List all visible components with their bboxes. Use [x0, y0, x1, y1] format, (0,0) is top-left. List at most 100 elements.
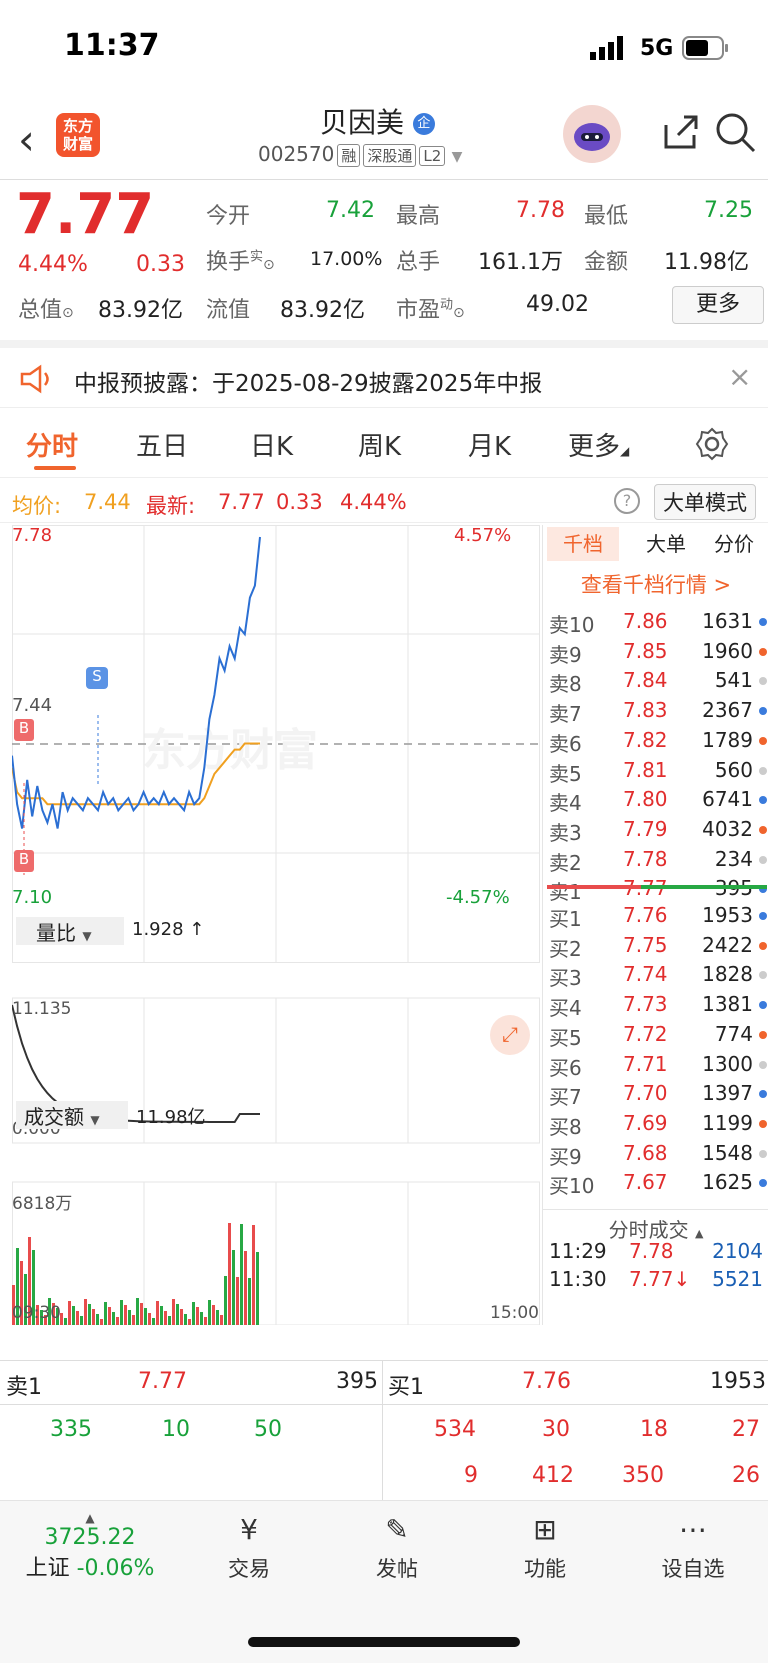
volume-bar	[216, 1310, 219, 1325]
volume-bar	[128, 1310, 131, 1325]
help-icon[interactable]: ?	[614, 488, 640, 514]
volume-bar	[184, 1314, 187, 1325]
level-volume: 1397	[702, 1081, 753, 1106]
trades-header[interactable]: 分时成交 ▲	[543, 1209, 768, 1243]
level-volume: 1960	[702, 638, 753, 663]
bid-level-row[interactable]: 买1 7.76 1953	[549, 903, 767, 934]
tab-week-k[interactable]: 周K	[358, 426, 401, 463]
level1-summary: 卖1 7.77 395 买1 7.76 1953 335 10 50 534 3…	[0, 1360, 768, 1501]
depth-link[interactable]: 查看千档行情 >	[543, 569, 768, 599]
settings-icon[interactable]	[694, 426, 730, 462]
stock-code-row[interactable]: 002570 融深股通 L2 ▼	[258, 142, 462, 167]
level-label: 买9	[549, 1144, 582, 1169]
volume-bar	[148, 1313, 151, 1325]
index-name: 上证	[25, 1556, 70, 1581]
trade-price: 7.78	[629, 1239, 674, 1263]
volume-bar	[212, 1305, 215, 1325]
level-price: 7.68	[623, 1140, 668, 1165]
bid-level-row[interactable]: 买10 7.67 1625	[549, 1170, 767, 1201]
ask-level-row[interactable]: 卖7 7.83 2367	[549, 698, 767, 729]
bid-level-row[interactable]: 买9 7.68 1548	[549, 1141, 767, 1172]
latest-value: 7.77	[218, 490, 265, 514]
post-button[interactable]: ✎ 发帖	[342, 1513, 452, 1583]
search-icon[interactable]	[714, 111, 756, 153]
bid-queue-item: 350	[622, 1463, 664, 1488]
level-volume: 1625	[702, 1170, 753, 1195]
high-value: 7.78	[516, 198, 565, 223]
ask-level-row[interactable]: 卖2 7.78 234	[549, 847, 767, 878]
tag-connect: 深股通	[363, 144, 417, 167]
bid-level-row[interactable]: 买7 7.70 1397	[549, 1081, 767, 1112]
ask-level-row[interactable]: 卖6 7.82 1789	[549, 728, 767, 759]
volume-bar	[144, 1308, 147, 1325]
pe-label: 市盈动⊙	[396, 297, 465, 323]
volume-bar	[196, 1307, 199, 1325]
big-order-mode-button[interactable]: 大单模式	[654, 484, 756, 520]
tab-intraday[interactable]: 分时	[26, 426, 78, 463]
buy-marker-2[interactable]: B	[14, 850, 34, 872]
bid-level-row[interactable]: 买4 7.73 1381	[549, 992, 767, 1023]
price-mid-label: 7.44	[12, 695, 53, 716]
latest-label: 最新:	[146, 494, 196, 518]
ask1-price: 7.77	[138, 1369, 187, 1394]
volume-bar	[188, 1319, 191, 1325]
level-volume: 4032	[702, 816, 753, 841]
functions-button[interactable]: ⊞ 功能	[490, 1513, 600, 1583]
ask-level-row[interactable]: 卖3 7.79 4032	[549, 817, 767, 848]
ask-level-row[interactable]: 卖10 7.86 1631	[549, 609, 767, 640]
level-dot-icon	[759, 1001, 767, 1010]
assistant-avatar[interactable]	[563, 105, 621, 163]
tab-5day[interactable]: 五日	[136, 426, 188, 463]
level-label: 卖7	[549, 702, 582, 727]
share-icon[interactable]	[660, 111, 702, 153]
tab-depth[interactable]: 千档	[547, 527, 619, 561]
bid1-price: 7.76	[522, 1369, 571, 1394]
volume-label: 总手	[396, 250, 441, 275]
back-icon[interactable]: ‹	[18, 115, 35, 164]
level-dot-icon	[759, 766, 767, 775]
volume-bar	[204, 1317, 207, 1325]
amount-select[interactable]: 成交额 ▼	[16, 1101, 128, 1129]
level-label: 买2	[549, 936, 582, 961]
float-value: 83.92亿	[280, 298, 365, 323]
tab-price-dist[interactable]: 分价	[699, 527, 768, 561]
tab-day-k[interactable]: 日K	[250, 426, 293, 463]
volume-ratio-select[interactable]: 量比 ▼	[16, 917, 124, 945]
level-price: 7.79	[623, 816, 668, 841]
intraday-chart[interactable]: 东方财富 7.78 4.57% 7.44 7.10 -4.57% B S B 量…	[12, 525, 540, 1325]
bid-level-row[interactable]: 买8 7.69 1199	[549, 1111, 767, 1142]
trade-button[interactable]: ¥ 交易	[194, 1513, 304, 1583]
change-pct: 4.44%	[18, 252, 88, 277]
bid-level-row[interactable]: 买6 7.71 1300	[549, 1052, 767, 1083]
status-time: 11:37	[64, 28, 160, 63]
expand-icon[interactable]: ⤢	[490, 1015, 530, 1055]
chart-watermark: 东方财富	[142, 725, 318, 776]
close-icon[interactable]: ×	[728, 360, 751, 393]
sell-marker[interactable]: S	[86, 667, 108, 689]
ask-level-row[interactable]: 卖5 7.81 560	[549, 758, 767, 789]
ask-level-row[interactable]: 卖8 7.84 541	[549, 668, 767, 699]
tab-big-orders[interactable]: 大单	[631, 527, 701, 561]
level-volume: 1300	[702, 1051, 753, 1076]
level-price: 7.67	[623, 1170, 668, 1195]
level-dot-icon	[759, 941, 767, 950]
bid-level-row[interactable]: 买2 7.75 2422	[549, 933, 767, 964]
index-widget[interactable]: ▲ 3725.22 上证 -0.06%	[20, 1511, 160, 1582]
bid-level-row[interactable]: 买5 7.72 774	[549, 1022, 767, 1053]
dropdown-icon[interactable]: ▼	[452, 149, 463, 165]
volume-bar	[200, 1312, 203, 1325]
bid-level-row[interactable]: 买3 7.74 1828	[549, 962, 767, 993]
pct-max-label: 4.57%	[454, 525, 512, 546]
tab-month-k[interactable]: 月K	[468, 426, 511, 463]
notice-bar[interactable]: 中报预披露：于2025-08-29披露2025年中报 ×	[0, 340, 768, 408]
ask-level-row[interactable]: 卖4 7.80 6741	[549, 787, 767, 818]
buy-marker[interactable]: B	[14, 719, 34, 741]
tab-more[interactable]: 更多◢	[568, 426, 629, 463]
bid1-volume: 1953	[710, 1369, 766, 1394]
amount-label: 金额	[584, 250, 629, 275]
ask-level-row[interactable]: 卖9 7.85 1960	[549, 639, 767, 670]
tag-l2: L2	[419, 146, 446, 166]
add-watchlist-button[interactable]: ⋯ 设自选	[638, 1513, 748, 1583]
index-value: 3725.22	[44, 1525, 136, 1550]
more-button[interactable]: 更多	[672, 286, 764, 324]
